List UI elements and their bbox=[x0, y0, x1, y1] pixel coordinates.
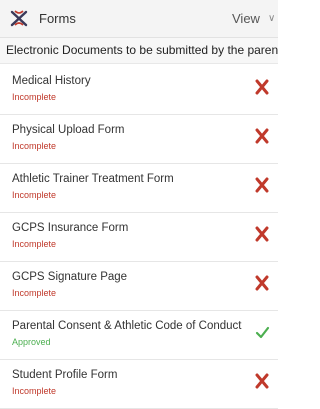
forms-app-icon bbox=[10, 9, 28, 27]
form-row-athletic-trainer[interactable]: Athletic Trainer Treatment Form Incomple… bbox=[0, 162, 278, 213]
x-icon bbox=[254, 274, 270, 292]
x-icon bbox=[254, 78, 270, 96]
form-name[interactable]: GCPS Signature Page bbox=[12, 271, 127, 283]
form-row-medical-history[interactable]: Medical History Incomplete bbox=[0, 64, 278, 115]
form-name[interactable]: Student Profile Form bbox=[12, 369, 117, 381]
form-status: Approved bbox=[12, 337, 51, 347]
view-dropdown[interactable]: View bbox=[232, 11, 260, 26]
form-name[interactable]: GCPS Insurance Form bbox=[12, 222, 128, 234]
form-name[interactable]: Medical History bbox=[12, 75, 91, 87]
form-row-parental-consent[interactable]: Parental Consent & Athletic Code of Cond… bbox=[0, 309, 278, 360]
section-description-text: Electronic Documents to be submitted by … bbox=[6, 43, 278, 57]
form-name[interactable]: Athletic Trainer Treatment Form bbox=[12, 173, 174, 185]
page-title: Forms bbox=[39, 11, 76, 26]
x-icon bbox=[254, 176, 270, 194]
form-status: Incomplete bbox=[12, 386, 57, 396]
form-name[interactable]: Parental Consent & Athletic Code of Cond… bbox=[12, 320, 242, 332]
x-icon bbox=[254, 127, 270, 145]
top-bar: Forms View ∨ bbox=[0, 0, 278, 38]
form-status: Incomplete bbox=[12, 141, 57, 151]
form-status: Incomplete bbox=[12, 92, 57, 102]
form-status: Incomplete bbox=[12, 190, 57, 200]
check-icon bbox=[254, 323, 270, 341]
form-row-physical-upload[interactable]: Physical Upload Form Incomplete bbox=[0, 113, 278, 164]
x-icon bbox=[254, 225, 270, 243]
form-row-insurance[interactable]: GCPS Insurance Form Incomplete bbox=[0, 211, 278, 262]
form-status: Incomplete bbox=[12, 239, 57, 249]
section-description: Electronic Documents to be submitted by … bbox=[0, 38, 278, 64]
chevron-down-icon[interactable]: ∨ bbox=[268, 13, 275, 24]
form-row-signature[interactable]: GCPS Signature Page Incomplete bbox=[0, 260, 278, 311]
x-icon bbox=[254, 372, 270, 390]
form-row-student-profile[interactable]: Student Profile Form Incomplete bbox=[0, 358, 278, 409]
form-name[interactable]: Physical Upload Form bbox=[12, 124, 124, 136]
form-status: Incomplete bbox=[12, 288, 57, 298]
